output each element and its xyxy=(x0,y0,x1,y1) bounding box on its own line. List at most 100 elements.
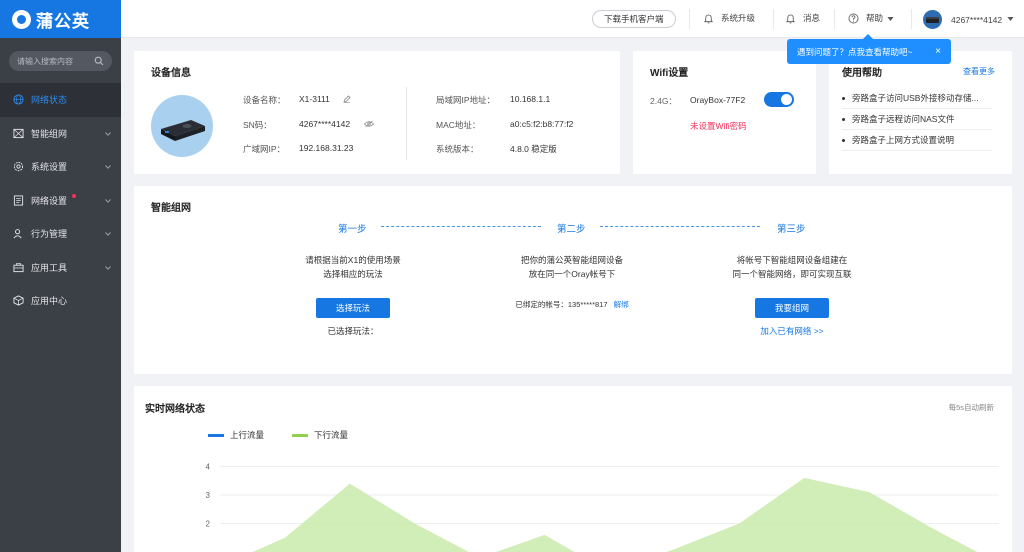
mac-value: a0:c5:f2:b8:77:f2 xyxy=(510,119,574,129)
toolbox-icon xyxy=(13,262,24,272)
document-icon xyxy=(13,195,24,206)
sn-value: 4267****4142 xyxy=(299,119,351,129)
sidebar-item-behavior-management[interactable]: 行为管理 xyxy=(0,217,121,251)
lan-ip-label: 局域网IP地址： xyxy=(436,95,496,105)
y-tick-label: 2 xyxy=(206,520,211,529)
sidebar-item-label: 系统设置 xyxy=(31,162,68,173)
view-more-link[interactable]: 查看更多 xyxy=(963,66,995,77)
caret-down-icon[interactable] xyxy=(1007,16,1014,22)
y-tick-label: 4 xyxy=(206,463,211,472)
step-3-description: 将帐号下智能组网设备组建在 同一个智能网络，即可实现互联 xyxy=(692,253,892,281)
help-menu-button[interactable]: 帮助 xyxy=(848,12,894,24)
step-3-line-1: 将帐号下智能组网设备组建在 xyxy=(736,255,848,265)
wifi-band-label: 2.4G： xyxy=(650,96,677,106)
legend-swatch-download xyxy=(292,433,308,437)
globe-icon xyxy=(13,94,24,105)
messages-label: 消息 xyxy=(803,13,821,23)
smart-network-title: 智能组网 xyxy=(151,203,191,214)
sidebar-item-smart-network[interactable]: 智能组网 xyxy=(0,117,121,151)
wan-ip-value: 192.168.31.23 xyxy=(299,143,354,153)
wifi-title: Wifi设置 xyxy=(650,68,689,79)
gear-icon xyxy=(13,162,24,172)
wifi-toggle[interactable] xyxy=(764,92,794,107)
help-title: 使用帮助 xyxy=(842,68,882,79)
step-2-description: 把你的蒲公英智能组网设备 放在同一个Oray帐号下 xyxy=(472,253,672,281)
unbind-link[interactable]: 解绑 xyxy=(614,300,629,309)
sidebar-item-label: 应用中心 xyxy=(31,296,68,307)
sidebar-nav: 网络状态 智能组网 系统设置 网络设置 行为管理 应用工具 应用中心 xyxy=(0,83,121,318)
sidebar-item-label: 网络状态 xyxy=(31,95,68,106)
network-icon xyxy=(13,128,24,138)
sidebar-item-network-settings[interactable]: 网络设置 xyxy=(0,184,121,218)
sidebar-search xyxy=(9,51,112,71)
sidebar-item-label: 行为管理 xyxy=(31,229,68,240)
step-1-description: 请根据当前X1的使用场景 选择相应的玩法 xyxy=(253,253,453,281)
help-article-link[interactable]: 旁路盒子访问USB外接移动存储... xyxy=(842,88,992,109)
chevron-down-icon xyxy=(105,165,111,169)
sn-row: SN码： 4267****4142 xyxy=(243,119,374,131)
legend-upload[interactable]: 上行流量 xyxy=(208,429,264,441)
search-input[interactable] xyxy=(17,56,94,66)
bell-icon xyxy=(785,14,796,23)
step-2-line-1: 把你的蒲公英智能组网设备 xyxy=(520,255,623,265)
user-account-label[interactable]: 4267****4142 xyxy=(951,15,1002,25)
logo[interactable]: 蒲公英 xyxy=(0,0,121,38)
help-tooltip[interactable]: 遇到问题了？点我查看帮助吧~ × xyxy=(787,34,951,64)
divider xyxy=(773,9,774,29)
chevron-down-icon xyxy=(105,198,111,203)
divider xyxy=(406,87,407,160)
step-1-label: 第一步 xyxy=(338,224,367,235)
realtime-status-card: 实时网络状态 每5s自动刷新 上行流量 下行流量 2 3 4 xyxy=(134,386,1012,552)
sidebar-item-system-settings[interactable]: 系统设置 xyxy=(0,150,121,184)
messages-button[interactable]: 消息 xyxy=(785,12,820,24)
dandelion-logo-icon xyxy=(12,9,31,29)
version-value: 4.8.0 稳定版 xyxy=(510,144,557,154)
auto-refresh-note: 每5s自动刷新 xyxy=(948,403,994,412)
help-article-link[interactable]: 旁路盒子上网方式设置说明 xyxy=(842,130,992,151)
step-connector xyxy=(381,226,541,227)
choose-mode-button[interactable]: 选择玩法 xyxy=(316,298,390,318)
bell-icon xyxy=(703,14,714,23)
device-name-label: 设备名称： xyxy=(243,95,286,105)
router-device-icon xyxy=(161,120,205,141)
wifi-password-warning[interactable]: 未设置Wifi密码 xyxy=(690,120,747,132)
sidebar-item-app-center[interactable]: 应用中心 xyxy=(0,284,121,318)
sidebar-item-network-status[interactable]: 网络状态 xyxy=(0,83,121,117)
step-1-line-1: 请根据当前X1的使用场景 xyxy=(305,255,401,265)
wifi-card: Wifi设置 2.4G： OrayBox-77F2 未设置Wifi密码 xyxy=(633,51,816,174)
eye-hidden-icon[interactable] xyxy=(364,120,374,128)
chevron-down-icon xyxy=(105,232,111,236)
step-3-label: 第三步 xyxy=(777,224,806,235)
edit-icon[interactable] xyxy=(343,95,351,103)
chevron-down-icon xyxy=(105,131,111,136)
join-network-link[interactable]: 加入已有网络 >> xyxy=(692,324,892,338)
mac-row: MAC地址： a0:c5:f2:b8:77:f2 xyxy=(436,119,573,131)
wifi-ssid: OrayBox-77F2 xyxy=(690,95,746,105)
router-device-icon xyxy=(926,17,939,23)
divider xyxy=(834,9,835,29)
step-1-line-2: 选择相应的玩法 xyxy=(323,269,383,279)
wan-ip-label: 广域网IP： xyxy=(243,144,286,154)
question-circle-icon xyxy=(848,13,859,23)
create-network-button[interactable]: 我要组网 xyxy=(755,298,829,318)
help-article-link[interactable]: 旁路盒子远程访问NAS文件 xyxy=(842,109,992,130)
device-info-title: 设备信息 xyxy=(151,68,191,79)
device-name-value: X1-3111 xyxy=(299,94,330,104)
avatar[interactable] xyxy=(923,10,942,29)
close-icon[interactable]: × xyxy=(935,46,941,57)
download-app-button[interactable]: 下载手机客户端 xyxy=(592,10,676,28)
realtime-status-title: 实时网络状态 xyxy=(145,404,205,415)
sidebar-item-label: 智能组网 xyxy=(31,128,68,139)
help-tooltip-text: 遇到问题了？点我查看帮助吧~ xyxy=(797,46,913,57)
legend-download[interactable]: 下行流量 xyxy=(292,429,348,441)
bound-account-label: 已绑定的帐号：135*****817 xyxy=(515,300,608,309)
sidebar-item-app-tools[interactable]: 应用工具 xyxy=(0,251,121,285)
search-icon[interactable] xyxy=(94,56,104,66)
legend-upload-label: 上行流量 xyxy=(230,430,265,440)
logo-text: 蒲公英 xyxy=(36,11,90,31)
system-upgrade-button[interactable]: 系统升级 xyxy=(703,12,755,24)
sidebar-item-label: 应用工具 xyxy=(31,262,68,273)
divider xyxy=(911,9,912,29)
mac-label: MAC地址： xyxy=(436,120,481,130)
download-area xyxy=(220,477,999,552)
